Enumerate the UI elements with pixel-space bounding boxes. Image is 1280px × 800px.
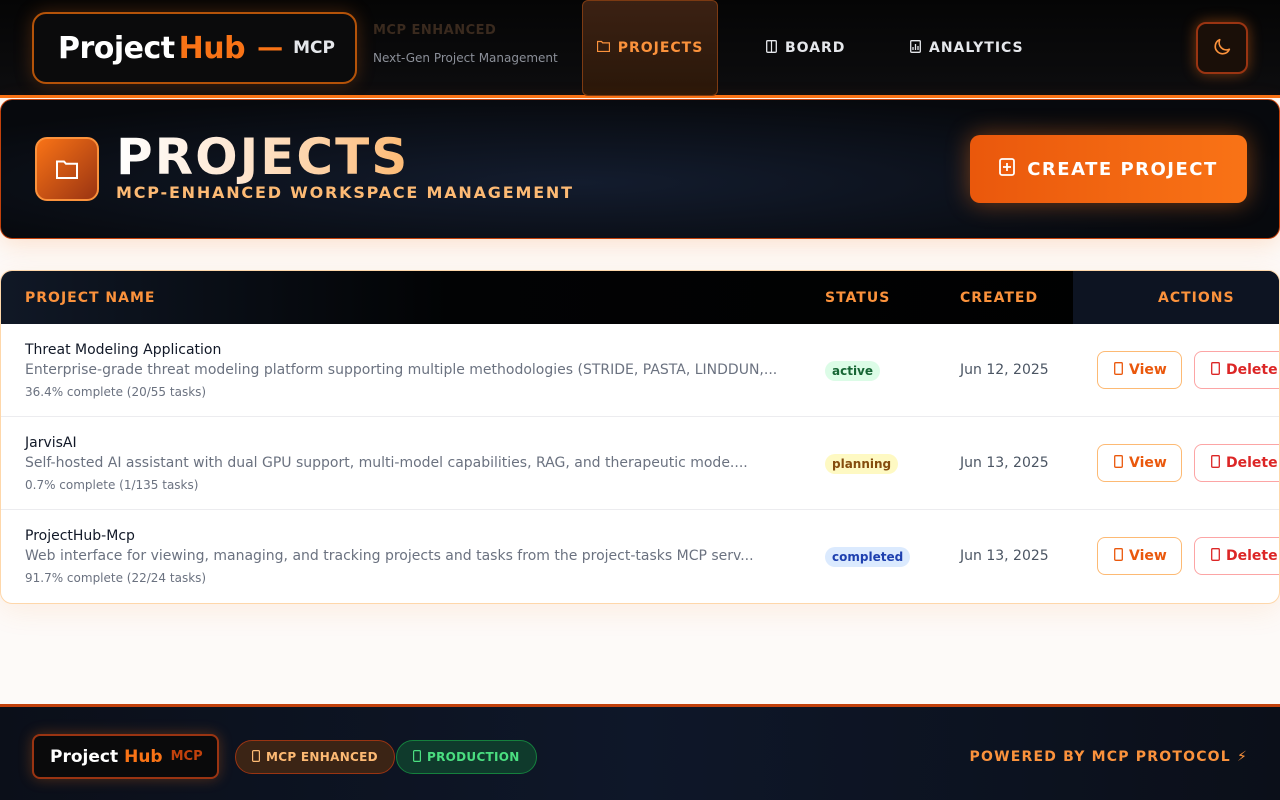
view-button[interactable]: View xyxy=(1097,444,1182,482)
delete-button[interactable]: Delete xyxy=(1194,351,1279,389)
logo-hub-text: Hub xyxy=(178,30,246,66)
status-badge: planning xyxy=(825,454,899,474)
nav-analytics-label: ANALYTICS xyxy=(929,40,1024,56)
view-button[interactable]: View xyxy=(1097,351,1182,389)
created-date: Jun 13, 2025 xyxy=(960,548,1049,564)
status-badge: completed xyxy=(825,547,911,567)
folder-icon xyxy=(35,137,99,201)
sparkle-icon xyxy=(252,749,261,765)
delete-button[interactable]: Delete xyxy=(1194,537,1279,575)
mcp-enhanced-label: MCP ENHANCED xyxy=(266,750,378,764)
table-header: PROJECT NAME STATUS CREATED ACTIONS xyxy=(1,271,1279,324)
project-progress: 36.4% complete (20/55 tasks) xyxy=(25,385,207,399)
delete-label: Delete xyxy=(1226,362,1278,378)
production-label: PRODUCTION xyxy=(427,750,520,764)
moon-icon xyxy=(1211,36,1233,61)
mcp-enhanced-badge: MCP ENHANCED xyxy=(235,740,395,774)
project-name[interactable]: Threat Modeling Application xyxy=(25,342,221,358)
tagline-subtitle: Next-Gen Project Management xyxy=(373,51,558,65)
page-hero: PROJECTS MCP-ENHANCED WORKSPACE MANAGEME… xyxy=(0,99,1280,239)
delete-label: Delete xyxy=(1226,455,1278,471)
trash-icon xyxy=(1211,547,1220,565)
nav-board-label: BOARD xyxy=(785,40,846,56)
logo-project-text: Project xyxy=(58,30,175,66)
production-badge: PRODUCTION xyxy=(396,740,537,774)
logo-dash: — xyxy=(257,33,284,63)
view-button[interactable]: View xyxy=(1097,537,1182,575)
view-label: View xyxy=(1129,455,1167,471)
footer-logo-mcp: MCP xyxy=(170,749,203,764)
check-icon xyxy=(413,749,422,765)
table-row[interactable]: JarvisAI Self-hosted AI assistant with d… xyxy=(1,417,1279,510)
create-project-label: CREATE PROJECT xyxy=(1027,158,1218,180)
folder-icon xyxy=(596,40,610,56)
status-badge: active xyxy=(825,361,881,381)
project-name[interactable]: ProjectHub-Mcp xyxy=(25,528,135,544)
footer-logo-hub: Hub xyxy=(124,746,163,767)
page-footer: Project Hub MCP MCP ENHANCED PRODUCTION … xyxy=(0,704,1280,800)
tagline-mcp-enhanced: MCP ENHANCED xyxy=(373,23,497,38)
nav-projects-label: PROJECTS xyxy=(617,40,704,56)
project-description: Enterprise-grade threat modeling platfor… xyxy=(25,362,778,378)
project-description: Self-hosted AI assistant with dual GPU s… xyxy=(25,455,748,471)
footer-logo-project: Project xyxy=(50,746,119,767)
column-header-actions: ACTIONS xyxy=(1158,290,1235,306)
app-logo[interactable]: Project Hub — MCP xyxy=(32,12,357,84)
logo-mcp-text: MCP xyxy=(293,38,335,58)
project-progress: 91.7% complete (22/24 tasks) xyxy=(25,571,207,585)
view-label: View xyxy=(1129,548,1167,564)
column-header-project-name[interactable]: PROJECT NAME xyxy=(25,290,155,306)
trash-icon xyxy=(1211,454,1220,472)
project-name[interactable]: JarvisAI xyxy=(25,435,77,451)
eye-icon xyxy=(1114,454,1123,472)
trash-icon xyxy=(1211,361,1220,379)
page-title: PROJECTS xyxy=(116,128,410,186)
project-progress: 0.7% complete (1/135 tasks) xyxy=(25,478,199,492)
top-navigation-bar: Project Hub — MCP MCP ENHANCED Next-Gen … xyxy=(0,0,1280,98)
delete-label: Delete xyxy=(1226,548,1278,564)
project-description: Web interface for viewing, managing, and… xyxy=(25,548,754,564)
created-date: Jun 13, 2025 xyxy=(960,455,1049,471)
nav-analytics[interactable]: ANALYTICS xyxy=(910,0,1024,96)
theme-toggle-button[interactable] xyxy=(1196,22,1248,74)
analytics-icon xyxy=(910,39,921,57)
eye-icon xyxy=(1114,547,1123,565)
view-label: View xyxy=(1129,362,1167,378)
table-row[interactable]: Threat Modeling Application Enterprise-g… xyxy=(1,324,1279,417)
created-date: Jun 12, 2025 xyxy=(960,362,1049,378)
board-icon xyxy=(766,39,777,57)
column-header-created[interactable]: CREATED xyxy=(960,290,1038,306)
nav-projects[interactable]: PROJECTS xyxy=(582,0,718,96)
create-project-button[interactable]: CREATE PROJECT xyxy=(970,135,1247,203)
column-header-status[interactable]: STATUS xyxy=(825,290,890,306)
powered-by-text: POWERED BY MCP PROTOCOL ⚡ xyxy=(969,749,1248,765)
plus-icon xyxy=(999,157,1016,181)
nav-board[interactable]: BOARD xyxy=(766,0,845,96)
delete-button[interactable]: Delete xyxy=(1194,444,1279,482)
page-subtitle: MCP-ENHANCED WORKSPACE MANAGEMENT xyxy=(116,183,574,202)
projects-table: PROJECT NAME STATUS CREATED ACTIONS Thre… xyxy=(0,270,1280,604)
eye-icon xyxy=(1114,361,1123,379)
table-row[interactable]: ProjectHub-Mcp Web interface for viewing… xyxy=(1,510,1279,603)
footer-logo[interactable]: Project Hub MCP xyxy=(32,734,219,779)
